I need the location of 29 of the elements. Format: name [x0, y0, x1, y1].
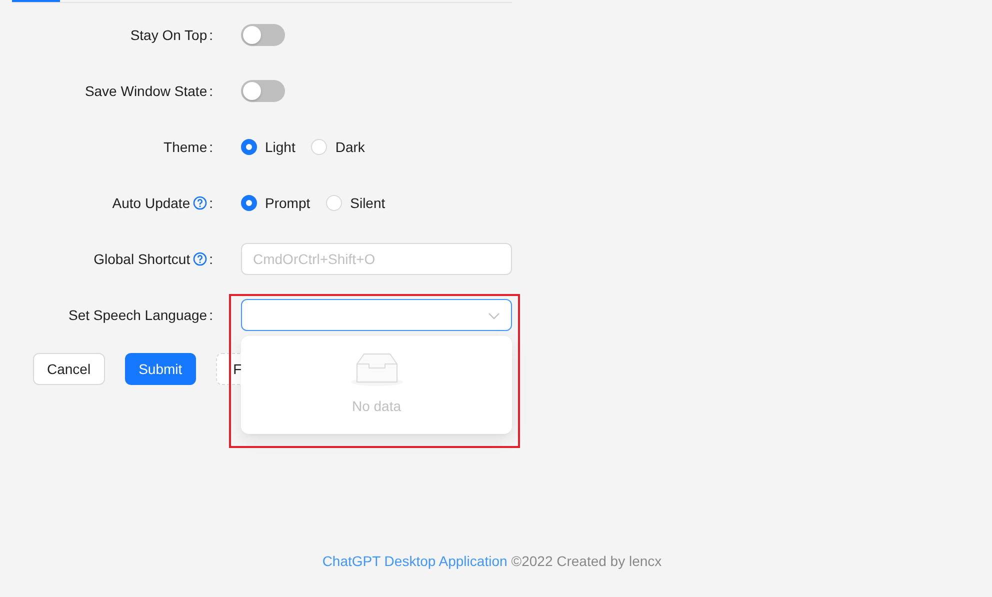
colon: : — [209, 195, 213, 211]
field-label: Global Shortcut — [94, 251, 190, 267]
radio-button[interactable] — [241, 139, 257, 155]
help-icon[interactable] — [193, 196, 208, 210]
radio-button[interactable] — [241, 195, 257, 211]
colon: : — [209, 307, 213, 323]
radio-label[interactable]: Light — [265, 139, 296, 155]
field-label: Save Window State — [84, 83, 208, 99]
field-label: Set Speech Language — [68, 307, 208, 323]
toggle-switch[interactable] — [241, 24, 285, 46]
shortcut-field[interactable]: CmdOrCtrl+Shift+O — [241, 243, 512, 275]
radio-label[interactable]: Prompt — [265, 195, 310, 211]
help-icon[interactable] — [193, 252, 208, 266]
field-label: Stay On Top — [130, 27, 208, 43]
colon: : — [209, 27, 213, 43]
radio-label[interactable]: Dark — [335, 139, 365, 155]
toggle-switch[interactable] — [241, 80, 285, 102]
colon: : — [209, 139, 213, 155]
language-select[interactable] — [241, 299, 512, 331]
caret-icon — [488, 312, 500, 320]
radio-label[interactable]: Silent — [350, 195, 386, 211]
form-button[interactable]: Submit — [124, 353, 196, 385]
field-label: Theme — [164, 139, 208, 155]
field-label: Auto Update — [112, 195, 190, 211]
colon: : — [209, 83, 213, 99]
empty-text: No data — [352, 398, 402, 414]
form-button[interactable]: Cancel — [33, 353, 105, 385]
copyright-text: ©2022 Created by lencx — [511, 553, 662, 569]
colon: : — [209, 251, 213, 267]
